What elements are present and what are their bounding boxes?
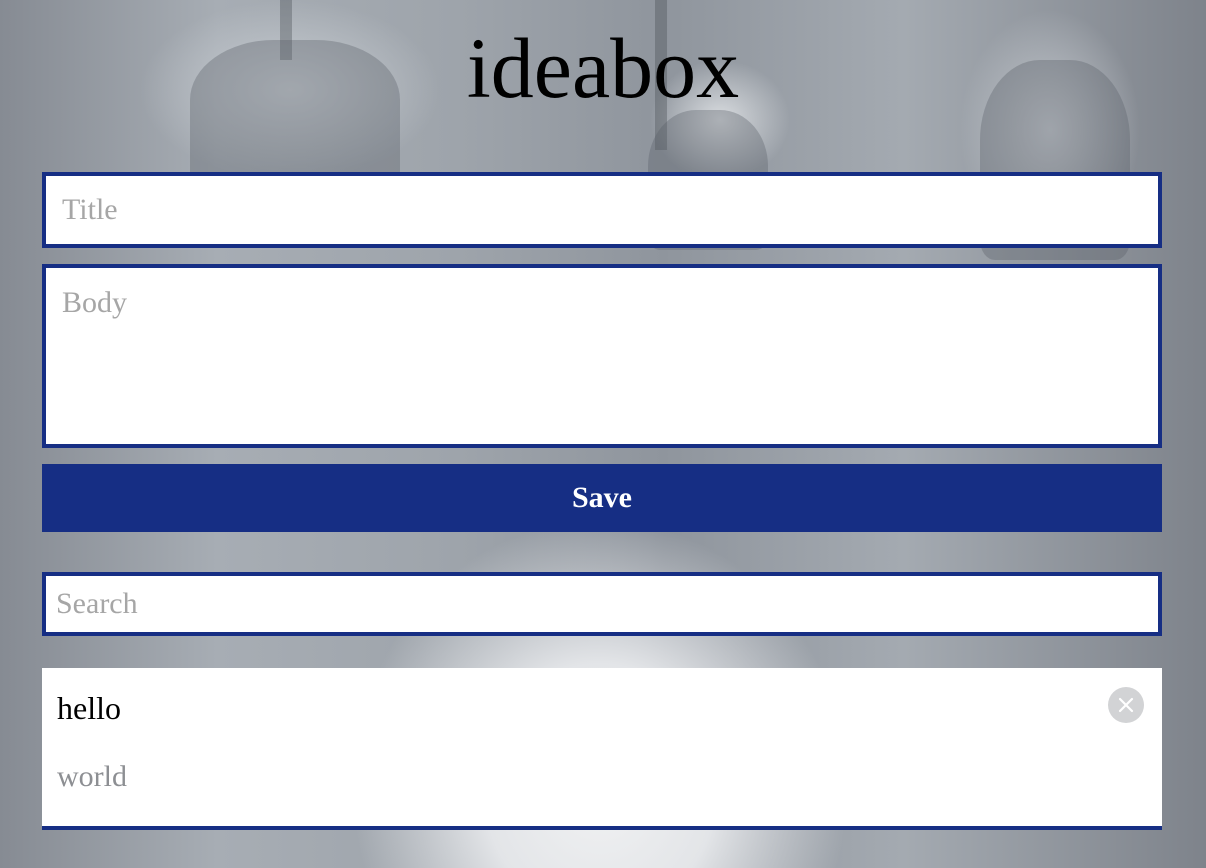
app-title: ideabox (466, 20, 740, 116)
idea-body[interactable]: world (57, 760, 127, 794)
close-icon (1118, 697, 1134, 713)
idea-title[interactable]: hello (57, 690, 121, 727)
title-input[interactable] (42, 172, 1162, 248)
save-button[interactable]: Save (42, 464, 1162, 532)
idea-card: hello world (42, 668, 1162, 830)
search-input[interactable] (42, 572, 1162, 636)
body-input[interactable] (42, 264, 1162, 448)
delete-idea-button[interactable] (1108, 687, 1144, 723)
